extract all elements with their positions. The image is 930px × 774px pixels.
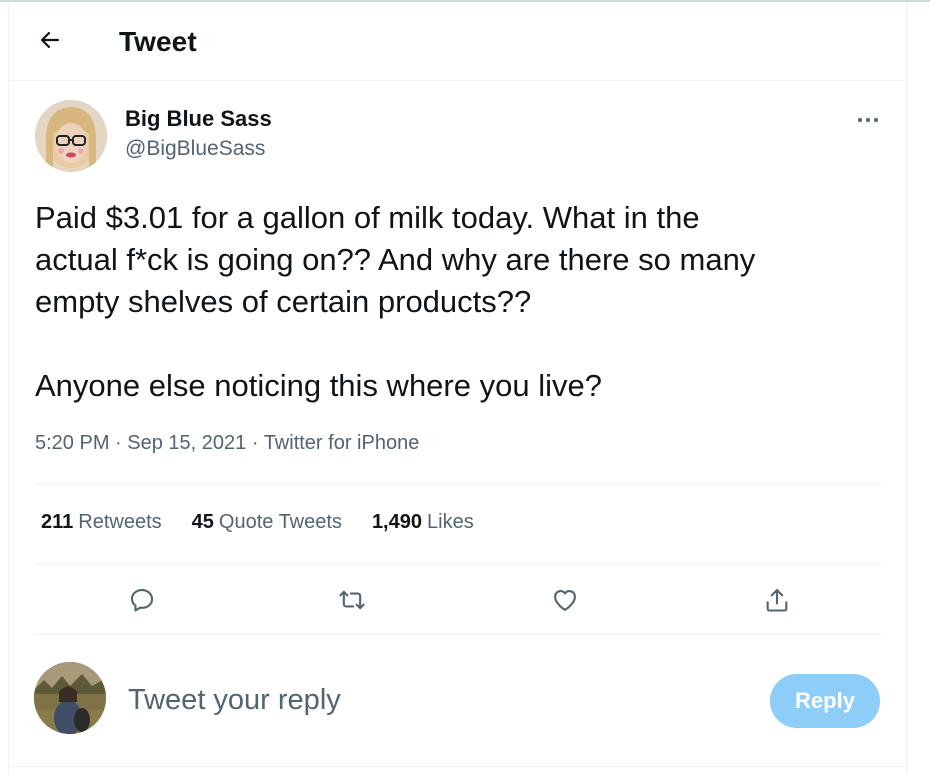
tweet-date[interactable]: Sep 15, 2021 [127, 432, 246, 454]
like-action-button[interactable] [545, 580, 585, 620]
share-icon [766, 589, 788, 612]
engagement-stats: 211 Retweets 45 Quote Tweets 1,490 Likes [41, 511, 474, 534]
back-button[interactable] [34, 24, 66, 56]
heart-icon [554, 589, 576, 611]
divider [35, 634, 882, 635]
tweet-meta: 5:20 PM · Sep 15, 2021 · Twitter for iPh… [35, 432, 419, 455]
author-handle[interactable]: @BigBlueSass [125, 137, 265, 161]
bottom-divider [9, 766, 906, 767]
author-name[interactable]: Big Blue Sass [125, 106, 272, 132]
retweet-icon [339, 590, 365, 610]
divider [35, 484, 882, 485]
page-title: Tweet [119, 26, 197, 57]
likes-count: 1,490 [371, 511, 422, 533]
tweet-text: Paid $3.01 for a gallon of milk today. W… [35, 200, 756, 403]
reply-input[interactable]: Tweet your reply [128, 684, 341, 717]
retweets-stat[interactable]: 211 Retweets [41, 511, 162, 534]
retweets-count: 211 [41, 511, 74, 533]
quote-tweets-stat[interactable]: 45 Quote Tweets [192, 511, 342, 534]
tweet-source[interactable]: Twitter for iPhone [264, 432, 420, 454]
user-avatar[interactable] [34, 662, 106, 734]
column-left-border [8, 2, 9, 774]
tweet-actions [0, 580, 930, 620]
author-avatar[interactable] [35, 100, 107, 172]
reply-button[interactable]: Reply [770, 674, 880, 728]
author-avatar-image [35, 100, 107, 172]
likes-label: Likes [427, 511, 474, 533]
likes-stat[interactable]: 1,490 Likes [372, 511, 474, 534]
comment-icon [130, 589, 154, 612]
more-dots-icon [858, 118, 878, 122]
retweet-action-button[interactable] [332, 580, 372, 620]
column-right-border [906, 2, 907, 774]
tweet-time[interactable]: 5:20 PM [35, 432, 109, 454]
more-options-button[interactable] [850, 108, 886, 132]
retweets-label: Retweets [78, 511, 162, 533]
reply-action-button[interactable] [122, 580, 162, 620]
arrow-left-icon [40, 31, 60, 49]
user-avatar-image [34, 662, 106, 734]
quote-tweets-count: 45 [191, 511, 214, 533]
quote-tweets-label: Quote Tweets [218, 511, 342, 533]
meta-separator: · [115, 432, 128, 454]
tweet-header: Tweet [9, 2, 906, 81]
divider [35, 564, 882, 565]
meta-separator: · [251, 432, 264, 454]
share-action-button[interactable] [757, 580, 797, 620]
